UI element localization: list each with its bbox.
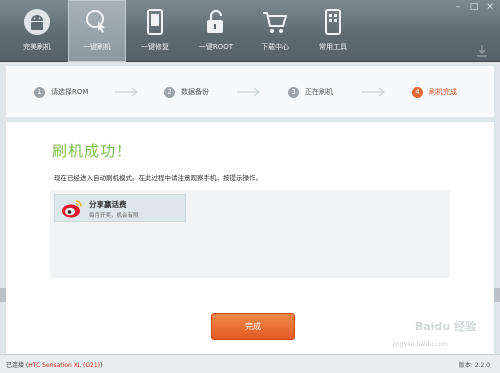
toolbar-label: 一键ROOT bbox=[198, 43, 234, 51]
step-flash-complete: 4 刷机完成 bbox=[412, 85, 457, 99]
step-number: 1 bbox=[34, 86, 45, 98]
connection-status: 已连接 (HTC Sensation XL (G21)) bbox=[6, 360, 102, 369]
unlock-icon bbox=[207, 9, 223, 33]
maximize-button[interactable]: □ bbox=[466, 2, 482, 13]
right-edge-tab bbox=[494, 288, 500, 302]
share-weibo-card[interactable]: 分享赢话费 每月开奖，机会有限 bbox=[54, 194, 186, 222]
step-select-rom: 1 请选择ROM bbox=[34, 85, 88, 99]
progress-steps: 1 请选择ROM 2 数据备份 3 正在刷机 4 刷机完成 bbox=[6, 66, 494, 118]
toolbar-item-perfect-flash[interactable]: 完美刷机 bbox=[8, 0, 66, 62]
status-bar: 已连接 (HTC Sensation XL (G21)) 版本: 2.2.0 bbox=[0, 354, 500, 373]
left-edge-tab bbox=[0, 288, 6, 302]
toolbar-item-one-key-root[interactable]: 一键ROOT bbox=[187, 0, 245, 62]
baidu-watermark-url: jingyan.baidu.com bbox=[392, 341, 448, 348]
success-title: 刷机成功！ bbox=[52, 142, 133, 160]
top-toolbar: 完美刷机 一键刷机 一键修复 一键ROOT 下载中心 常用工具 – □ × bbox=[0, 0, 500, 62]
download-icon[interactable] bbox=[476, 44, 488, 58]
step-number: 3 bbox=[288, 86, 299, 98]
step-number: 2 bbox=[164, 86, 175, 98]
toolbar-item-download-center[interactable]: 下载中心 bbox=[246, 0, 304, 62]
toolbar-label: 完美刷机 bbox=[23, 43, 51, 51]
connection-prefix: 已连接 ( bbox=[6, 362, 29, 369]
toolbar-label: 一键刷机 bbox=[83, 43, 111, 51]
connection-suffix: ) bbox=[100, 362, 103, 369]
android-logo-icon bbox=[24, 9, 50, 35]
arrow-right-icon bbox=[115, 87, 138, 97]
phone-repair-icon bbox=[147, 9, 163, 35]
device-name: HTC Sensation XL (G21) bbox=[28, 362, 101, 369]
flash-touch-icon bbox=[86, 10, 105, 33]
baidu-watermark: Baidu 经验 bbox=[414, 320, 476, 333]
share-subtitle: 每月开奖，机会有限 bbox=[89, 213, 139, 219]
step-number: 4 bbox=[412, 86, 423, 98]
minimize-button[interactable]: – bbox=[450, 2, 466, 13]
finish-button[interactable]: 完成 bbox=[211, 313, 295, 340]
success-description: 现在已经进入自动刷机模式。在此过程中请注意观察手机，按提示操作。 bbox=[54, 174, 262, 182]
arrow-right-icon bbox=[237, 87, 260, 97]
step-label: 请选择ROM bbox=[51, 88, 89, 96]
arrow-right-icon bbox=[362, 87, 385, 97]
share-title: 分享赢话费 bbox=[89, 200, 127, 209]
step-flashing: 3 正在刷机 bbox=[288, 85, 333, 99]
cart-icon bbox=[263, 12, 288, 33]
toolbar-item-one-key-repair[interactable]: 一键修复 bbox=[126, 0, 184, 62]
toolbar-item-one-key-flash[interactable]: 一键刷机 bbox=[68, 0, 126, 62]
toolbar-label: 一键修复 bbox=[141, 43, 169, 51]
toolbar-label: 常用工具 bbox=[319, 43, 347, 51]
step-data-backup: 2 数据备份 bbox=[164, 85, 209, 99]
weibo-icon bbox=[62, 200, 82, 218]
toolbox-phone-icon bbox=[325, 9, 341, 35]
version-label: 版本: 2.2.0 bbox=[458, 362, 490, 369]
step-label: 数据备份 bbox=[181, 88, 209, 96]
step-label: 正在刷机 bbox=[305, 88, 333, 96]
toolbar-label: 下载中心 bbox=[261, 43, 289, 51]
close-button[interactable]: × bbox=[482, 2, 498, 13]
step-label: 刷机完成 bbox=[429, 88, 457, 96]
toolbar-item-common-tools[interactable]: 常用工具 bbox=[304, 0, 362, 62]
